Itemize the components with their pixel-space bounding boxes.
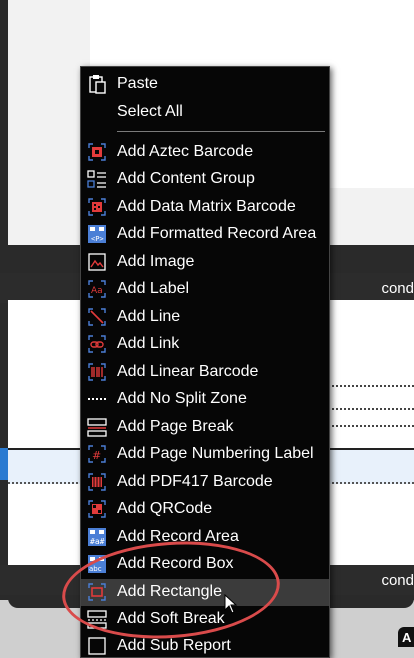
data-matrix-icon	[88, 198, 106, 216]
menu-item-label: Add Image	[117, 253, 195, 270]
rectangle-icon	[88, 583, 106, 601]
menu-item-label: Paste	[117, 75, 158, 92]
aztec-barcode-icon	[88, 143, 106, 161]
menu-item-label: Add Formatted Record Area	[117, 225, 317, 242]
menu-item-add-sub-report[interactable]: Add Sub Report	[81, 633, 329, 657]
band-header-text: cond	[381, 572, 414, 589]
menu-item-label: Add No Split Zone	[117, 390, 247, 407]
menu-item-label: Add Label	[117, 280, 190, 297]
menu-item-label: Add QRCode	[117, 500, 213, 517]
menu-item-label: Add Record Box	[117, 555, 234, 572]
menu-item-add-content-group[interactable]: Add Content Group	[81, 166, 329, 193]
menu-item-label: Add Linear Barcode	[117, 363, 259, 380]
menu-item-add-soft-break[interactable]: Add Soft Break	[81, 606, 329, 633]
menu-item-add-label[interactable]: Aa Add Label	[81, 276, 329, 303]
line-icon	[88, 308, 106, 326]
record-box-icon: abc	[88, 555, 106, 573]
linear-barcode-icon	[88, 363, 106, 381]
field-border-lower	[320, 425, 414, 427]
menu-item-add-link[interactable]: Add Link	[81, 331, 329, 358]
menu-item-label: Select All	[117, 103, 183, 120]
menu-item-add-no-split-zone[interactable]: Add No Split Zone	[81, 386, 329, 413]
menu-item-paste[interactable]: Paste	[81, 71, 329, 98]
page-number-icon: #	[88, 445, 106, 463]
band-header-text: cond	[381, 280, 414, 297]
menu-item-add-qrcode[interactable]: Add QRCode	[81, 496, 329, 523]
menu-item-label: Add Page Break	[117, 418, 234, 435]
menu-item-label: Add Content Group	[117, 170, 255, 187]
no-split-zone-icon	[88, 398, 106, 400]
content-group-icon	[87, 170, 106, 188]
menu-item-add-formatted-record-area[interactable]: <P> Add Formatted Record Area	[81, 221, 329, 248]
formatted-record-icon: <P>	[88, 225, 106, 243]
menu-item-label: Add PDF417 Barcode	[117, 473, 273, 490]
menu-item-add-page-break[interactable]: Add Page Break	[81, 414, 329, 441]
label-icon: Aa	[88, 280, 106, 298]
pdf417-icon	[88, 473, 106, 491]
svg-text:Aa: Aa	[91, 286, 103, 296]
image-icon	[88, 253, 106, 271]
soft-break-icon	[87, 610, 107, 629]
svg-text:#: #	[92, 449, 101, 462]
svg-text:#a#: #a#	[90, 537, 105, 546]
sub-report-icon	[88, 637, 106, 655]
menu-item-label: Add Soft Break	[117, 610, 225, 627]
menu-item-add-linear-barcode[interactable]: Add Linear Barcode	[81, 359, 329, 386]
qrcode-icon	[88, 500, 106, 518]
field-border-top	[320, 385, 414, 387]
field-border-bottom	[320, 408, 414, 410]
menu-item-add-image[interactable]: Add Image	[81, 249, 329, 276]
record-area-icon: #a#	[88, 528, 106, 546]
corner-button-label: A	[402, 630, 412, 645]
link-icon	[88, 335, 106, 353]
menu-item-add-record-box[interactable]: abc Add Record Box	[81, 551, 329, 578]
page-break-icon	[87, 418, 107, 437]
menu-item-select-all[interactable]: Select All	[81, 99, 329, 126]
menu-separator	[117, 131, 325, 132]
mouse-cursor-icon	[224, 594, 238, 614]
menu-item-add-page-numbering-label[interactable]: # Add Page Numbering Label	[81, 441, 329, 468]
menu-item-add-rectangle[interactable]: Add Rectangle	[81, 579, 329, 606]
menu-item-label: Add Record Area	[117, 528, 239, 545]
menu-item-add-data-matrix-barcode[interactable]: Add Data Matrix Barcode	[81, 194, 329, 221]
menu-item-label: Add Link	[117, 335, 180, 352]
menu-item-add-record-area[interactable]: #a# Add Record Area	[81, 524, 329, 551]
clipboard-icon	[89, 75, 106, 94]
menu-item-add-aztec-barcode[interactable]: Add Aztec Barcode	[81, 139, 329, 166]
menu-item-label: Add Data Matrix Barcode	[117, 198, 296, 215]
menu-item-label: Add Aztec Barcode	[117, 143, 254, 160]
svg-text:<P>: <P>	[91, 235, 104, 243]
svg-text:abc: abc	[89, 565, 102, 573]
context-menu: Paste Select All Add Aztec Barcode Add C…	[80, 66, 330, 658]
menu-item-label: Add Line	[117, 308, 181, 325]
selection-indicator	[0, 448, 8, 480]
menu-item-add-pdf417-barcode[interactable]: Add PDF417 Barcode	[81, 469, 329, 496]
corner-button[interactable]: A	[398, 627, 414, 647]
menu-item-label: Add Rectangle	[117, 583, 222, 600]
menu-item-add-line[interactable]: Add Line	[81, 304, 329, 331]
menu-item-label: Add Sub Report	[117, 637, 231, 654]
menu-item-label: Add Page Numbering Label	[117, 445, 314, 462]
